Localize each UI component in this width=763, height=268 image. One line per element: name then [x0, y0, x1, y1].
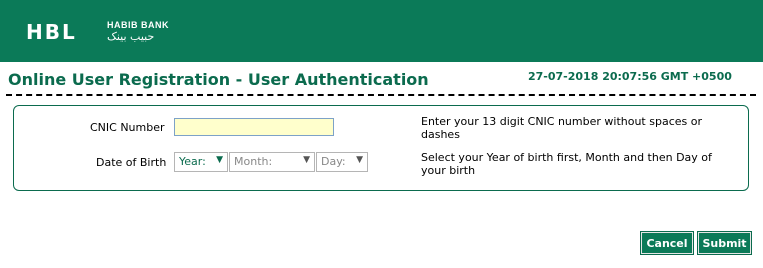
header-bar: HBL HABIB BANK حبیب بینک: [0, 0, 763, 62]
month-select-value: Month:: [234, 155, 273, 168]
dob-help-text: Select your Year of birth first, Month a…: [421, 151, 712, 177]
year-select[interactable]: Year: ▼: [174, 152, 228, 172]
year-select-value: Year:: [179, 155, 206, 168]
month-select[interactable]: Month: ▼: [229, 152, 315, 172]
cnic-input[interactable]: [174, 118, 334, 136]
submit-button[interactable]: Submit: [698, 232, 751, 254]
chevron-down-icon: ▼: [356, 155, 363, 165]
timestamp: 27-07-2018 20:07:56 GMT +0500: [528, 70, 732, 83]
cnic-label: CNIC Number: [90, 121, 165, 134]
day-select-value: Day:: [321, 155, 346, 168]
chevron-down-icon: ▼: [303, 155, 310, 165]
day-select[interactable]: Day: ▼: [316, 152, 368, 172]
page-title: Online User Registration - User Authenti…: [8, 70, 429, 89]
dob-label: Date of Birth: [96, 156, 167, 169]
bank-name: HABIB BANK: [107, 20, 169, 30]
hbl-logo: HBL: [26, 20, 77, 44]
chevron-down-icon: ▼: [216, 155, 223, 165]
cnic-help-text: Enter your 13 digit CNIC number without …: [421, 115, 702, 141]
cancel-button[interactable]: Cancel: [641, 232, 693, 254]
divider: [6, 94, 756, 96]
bank-name-urdu: حبیب بینک: [107, 30, 155, 43]
